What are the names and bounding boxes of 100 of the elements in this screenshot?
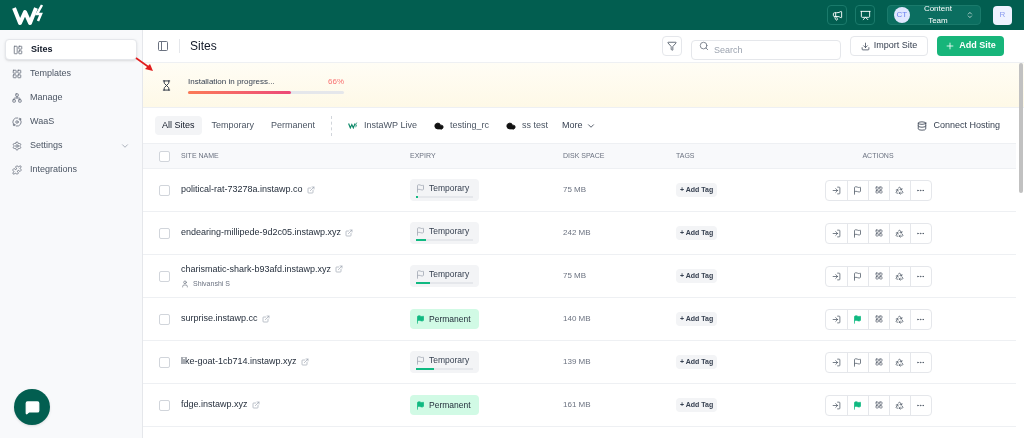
flag-icon <box>416 226 425 236</box>
expiry-badge: Temporary <box>410 179 479 201</box>
row-checkbox[interactable] <box>158 227 170 239</box>
flag-icon <box>416 314 425 324</box>
cloud-icon <box>433 120 444 131</box>
flag-icon <box>416 400 425 410</box>
sidebar-item[interactable]: Manage <box>5 87 137 108</box>
logo-icon <box>12 4 46 26</box>
presentation-button[interactable] <box>855 5 875 25</box>
disk-space: 161 MB <box>563 399 592 411</box>
import-site-button[interactable]: Import Site <box>850 36 928 56</box>
login-icon <box>831 314 841 324</box>
grid-icon <box>874 358 883 366</box>
site-name-link[interactable]: endearing-millipede-9d2c05.instawp.xyz <box>181 226 342 240</box>
progress-percent: 66% <box>328 76 344 88</box>
announcement-button[interactable] <box>827 5 847 25</box>
site-name-link[interactable]: charismatic-shark-b93afd.instawp.xyz <box>181 262 332 276</box>
filter-button[interactable] <box>662 36 682 56</box>
row-checkbox[interactable] <box>158 270 170 282</box>
sidebar-toggle-icon[interactable] <box>157 40 169 52</box>
grid-icon <box>874 401 883 409</box>
external-link-icon[interactable] <box>251 401 260 409</box>
scrollbar[interactable] <box>1019 63 1023 193</box>
external-link-icon[interactable] <box>335 265 344 274</box>
login-icon <box>831 357 841 367</box>
disk-space: 242 MB <box>563 227 592 239</box>
flag-icon <box>853 400 862 410</box>
site-name-link[interactable]: fdge.instawp.xyz <box>181 398 248 412</box>
recycle-icon <box>895 228 904 238</box>
login-icon <box>831 185 841 195</box>
more-dropdown[interactable]: More <box>557 116 601 135</box>
team-switcher[interactable]: CT Content Team <box>887 5 981 25</box>
network-icon <box>12 92 22 103</box>
external-link-icon[interactable] <box>300 358 309 366</box>
hosting-tab[interactable]: InstaWP Live <box>341 116 424 135</box>
hourglass-icon <box>161 79 172 91</box>
expiry-badge: Temporary <box>410 222 479 244</box>
login-icon <box>831 228 841 238</box>
logo-icon <box>348 122 359 129</box>
settings-icon <box>12 140 22 151</box>
site-name-link[interactable]: surprise.instawp.cc <box>181 312 258 326</box>
external-link-icon[interactable] <box>306 186 315 194</box>
row-checkbox[interactable] <box>158 399 170 411</box>
download-icon <box>860 41 870 51</box>
sidebar-item[interactable]: WaaS <box>5 111 137 132</box>
expiry-badge: Permanent <box>410 395 479 415</box>
login-icon <box>831 400 841 410</box>
megaphone-icon <box>831 9 843 21</box>
chat-icon <box>24 399 40 415</box>
filter-tab[interactable]: Permanent <box>264 116 323 135</box>
search-icon <box>699 41 709 51</box>
flag-icon <box>853 357 862 367</box>
hosting-tab[interactable]: testing_rc <box>426 116 496 135</box>
expiry-badge: Temporary <box>410 265 479 287</box>
plus-icon <box>945 41 956 51</box>
chat-button[interactable] <box>14 389 50 425</box>
annotation-arrow <box>135 57 155 73</box>
grid-icon <box>874 272 883 280</box>
expiry-badge: Temporary <box>410 351 479 373</box>
row-checkbox[interactable] <box>158 313 170 325</box>
grid-icon <box>874 229 883 237</box>
row-checkbox[interactable] <box>158 356 170 368</box>
connect-hosting-button[interactable]: Connect Hosting <box>917 118 1000 133</box>
search-field[interactable]: Search <box>691 40 841 60</box>
grid-icon <box>874 315 883 323</box>
flag-icon <box>853 271 862 281</box>
disk-space: 75 MB <box>563 270 588 282</box>
cloud-icon <box>505 120 516 131</box>
sidebar-item[interactable]: Templates <box>5 63 137 84</box>
flag-icon <box>853 185 862 195</box>
external-link-icon[interactable] <box>261 315 270 323</box>
recycle-icon <box>895 185 904 195</box>
database-icon <box>917 120 928 131</box>
sidebar-item[interactable]: Integrations <box>5 159 137 180</box>
filter-tab[interactable]: All Sites <box>155 116 202 135</box>
flag-icon <box>416 355 425 365</box>
expiry-badge: Permanent <box>410 309 479 329</box>
external-link-icon[interactable] <box>345 229 354 237</box>
site-name-link[interactable]: political-rat-73278a.instawp.co <box>181 183 303 197</box>
layout-icon <box>13 44 23 55</box>
flag-icon <box>416 269 425 279</box>
team-avatar: CT <box>894 7 910 23</box>
select-all-checkbox[interactable] <box>158 150 170 162</box>
filter-icon <box>667 41 677 51</box>
row-checkbox[interactable] <box>158 184 170 196</box>
filter-tab[interactable]: Temporary <box>204 116 262 135</box>
progress-label: Installation in progress... <box>188 76 275 88</box>
sidebar-item[interactable]: Sites <box>5 39 137 60</box>
user-icon <box>181 280 189 289</box>
page-title: Sites <box>190 38 217 55</box>
flag-icon <box>416 183 425 193</box>
sidebar-item[interactable]: Settings <box>5 135 137 156</box>
flag-icon <box>853 314 862 324</box>
recycle-icon <box>895 271 904 281</box>
site-name-link[interactable]: like-goat-1cb714.instawp.xyz <box>181 355 297 369</box>
team-name: Content Team <box>922 3 953 27</box>
grid-icon <box>12 68 22 79</box>
hosting-tab[interactable]: ss test <box>498 116 555 135</box>
grid-icon <box>874 186 883 194</box>
planet-icon <box>12 116 22 127</box>
